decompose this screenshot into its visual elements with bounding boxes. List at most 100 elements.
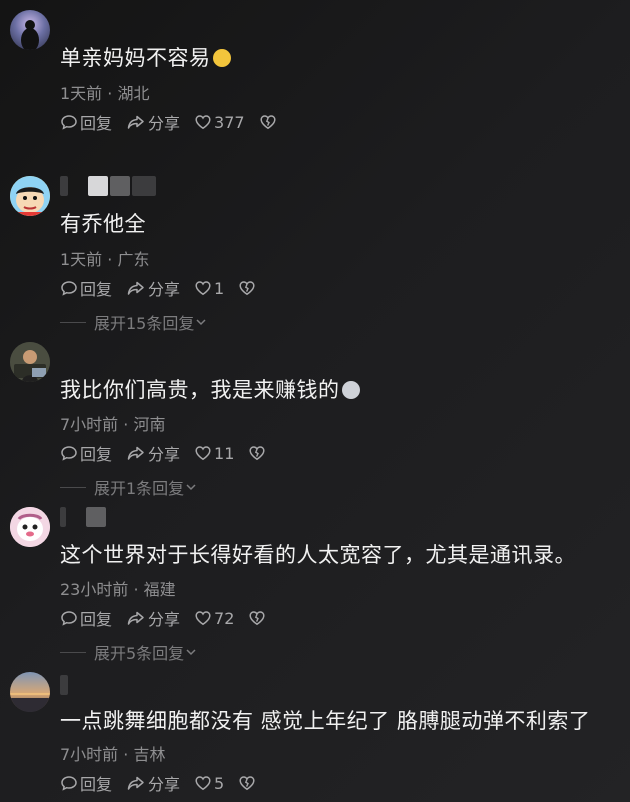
like-button[interactable]: 72 — [194, 609, 234, 628]
like-count: 1 — [214, 278, 225, 298]
chevron-down-icon — [186, 649, 196, 656]
comment-text: 这个世界对于长得好看的人太宽容了，尤其是通讯录。 — [60, 543, 576, 567]
expand-replies-button[interactable]: 展开5条回复 — [60, 640, 198, 664]
comment-meta: 7小时前 · 河南 — [60, 415, 166, 434]
share-label: 分享 — [148, 610, 181, 629]
reply-button[interactable]: 回复 — [60, 110, 112, 134]
comment-meta: 1天前 · 湖北 — [60, 84, 150, 103]
comment-location: 福建 — [143, 580, 176, 599]
heart-icon — [195, 281, 211, 296]
comment-meta: 1天前 · 广东 — [60, 250, 150, 269]
broken-heart-icon — [239, 281, 255, 296]
speech-bubble-icon — [61, 776, 77, 791]
comment-text: 有乔他全 — [60, 212, 146, 236]
comment-location: 河南 — [133, 415, 166, 434]
reply-label: 回复 — [80, 114, 113, 133]
share-label: 分享 — [148, 114, 181, 133]
reply-button[interactable]: 回复 — [60, 771, 112, 795]
broken-heart-icon — [239, 776, 255, 791]
divider — [60, 486, 86, 488]
dislike-button[interactable] — [259, 113, 277, 131]
username-redacted — [60, 175, 156, 197]
divider — [60, 321, 86, 323]
chevron-down-icon — [196, 319, 206, 326]
comment-location: 湖北 — [117, 84, 150, 103]
share-label: 分享 — [148, 280, 181, 299]
like-count: 5 — [214, 773, 225, 793]
dislike-button[interactable] — [248, 609, 266, 627]
speech-bubble-icon — [61, 446, 77, 461]
reply-button[interactable]: 回复 — [60, 441, 112, 465]
dislike-button[interactable] — [238, 774, 256, 792]
cat-emoji-icon — [341, 381, 360, 399]
share-arrow-icon — [127, 281, 144, 295]
broken-heart-icon — [260, 115, 276, 130]
like-count: 11 — [214, 443, 235, 463]
share-arrow-icon — [127, 115, 144, 129]
like-button[interactable]: 11 — [194, 444, 234, 463]
avatar[interactable] — [10, 507, 50, 547]
avatar[interactable] — [10, 342, 50, 382]
comment-text: 单亲妈妈不容易 — [60, 42, 231, 72]
reply-button[interactable]: 回复 — [60, 606, 112, 630]
avatar[interactable] — [10, 176, 50, 216]
avatar[interactable] — [10, 672, 50, 712]
share-button[interactable]: 分享 — [126, 441, 180, 465]
comment-text: 我比你们高贵，我是来赚钱的 — [60, 374, 360, 404]
comment-time: 7小时前 — [60, 415, 119, 434]
username-redacted — [60, 674, 68, 696]
comment-actions: 回复 分享 11 — [60, 441, 280, 465]
comment-time: 1天前 — [60, 250, 103, 269]
heart-icon — [195, 776, 211, 791]
expand-replies-button[interactable]: 展开15条回复 — [60, 310, 208, 334]
reply-button[interactable]: 回复 — [60, 276, 112, 300]
dislike-button[interactable] — [248, 444, 266, 462]
share-button[interactable]: 分享 — [126, 771, 180, 795]
chevron-down-icon — [186, 484, 196, 491]
share-button[interactable]: 分享 — [126, 110, 180, 134]
share-arrow-icon — [127, 776, 144, 790]
heart-icon — [195, 446, 211, 461]
username-redacted — [60, 506, 106, 528]
comment-location: 吉林 — [133, 745, 166, 764]
divider — [60, 651, 86, 653]
reply-label: 回复 — [80, 775, 113, 794]
share-button[interactable]: 分享 — [126, 276, 180, 300]
heart-icon — [195, 611, 211, 626]
like-button[interactable]: 1 — [194, 279, 224, 298]
comment-meta: 23小时前 · 福建 — [60, 580, 176, 599]
comment-actions: 回复 分享 377 — [60, 110, 291, 134]
comment-actions: 回复 分享 5 — [60, 771, 270, 795]
like-count: 377 — [214, 112, 245, 132]
broken-heart-icon — [249, 611, 265, 626]
share-button[interactable]: 分享 — [126, 606, 180, 630]
comment-time: 1天前 — [60, 84, 103, 103]
share-arrow-icon — [127, 446, 144, 460]
comment-actions: 回复 分享 72 — [60, 606, 280, 630]
heart-icon — [195, 115, 211, 130]
comment-location: 广东 — [117, 250, 150, 269]
comment-text: 一点跳舞细胞都没有 感觉上年纪了 胳膊腿动弹不利索了 — [60, 709, 591, 733]
comment-meta: 7小时前 · 吉林 — [60, 745, 166, 764]
broken-heart-icon — [249, 446, 265, 461]
comment-time: 23小时前 — [60, 580, 129, 599]
expand-replies-label: 展开1条回复 — [94, 479, 185, 498]
comment-actions: 回复 分享 1 — [60, 276, 270, 300]
speech-bubble-icon — [61, 281, 77, 296]
expand-replies-label: 展开15条回复 — [94, 314, 195, 333]
like-button[interactable]: 377 — [194, 113, 245, 132]
like-button[interactable]: 5 — [194, 774, 224, 793]
expand-replies-label: 展开5条回复 — [94, 644, 185, 663]
comment-time: 7小时前 — [60, 745, 119, 764]
dislike-button[interactable] — [238, 279, 256, 297]
like-count: 72 — [214, 608, 235, 628]
share-label: 分享 — [148, 445, 181, 464]
share-label: 分享 — [148, 775, 181, 794]
reply-label: 回复 — [80, 280, 113, 299]
avatar[interactable] — [10, 10, 50, 50]
crying-emoji-icon — [212, 49, 231, 67]
expand-replies-button[interactable]: 展开1条回复 — [60, 475, 198, 499]
reply-label: 回复 — [80, 610, 113, 629]
speech-bubble-icon — [61, 115, 77, 130]
share-arrow-icon — [127, 611, 144, 625]
